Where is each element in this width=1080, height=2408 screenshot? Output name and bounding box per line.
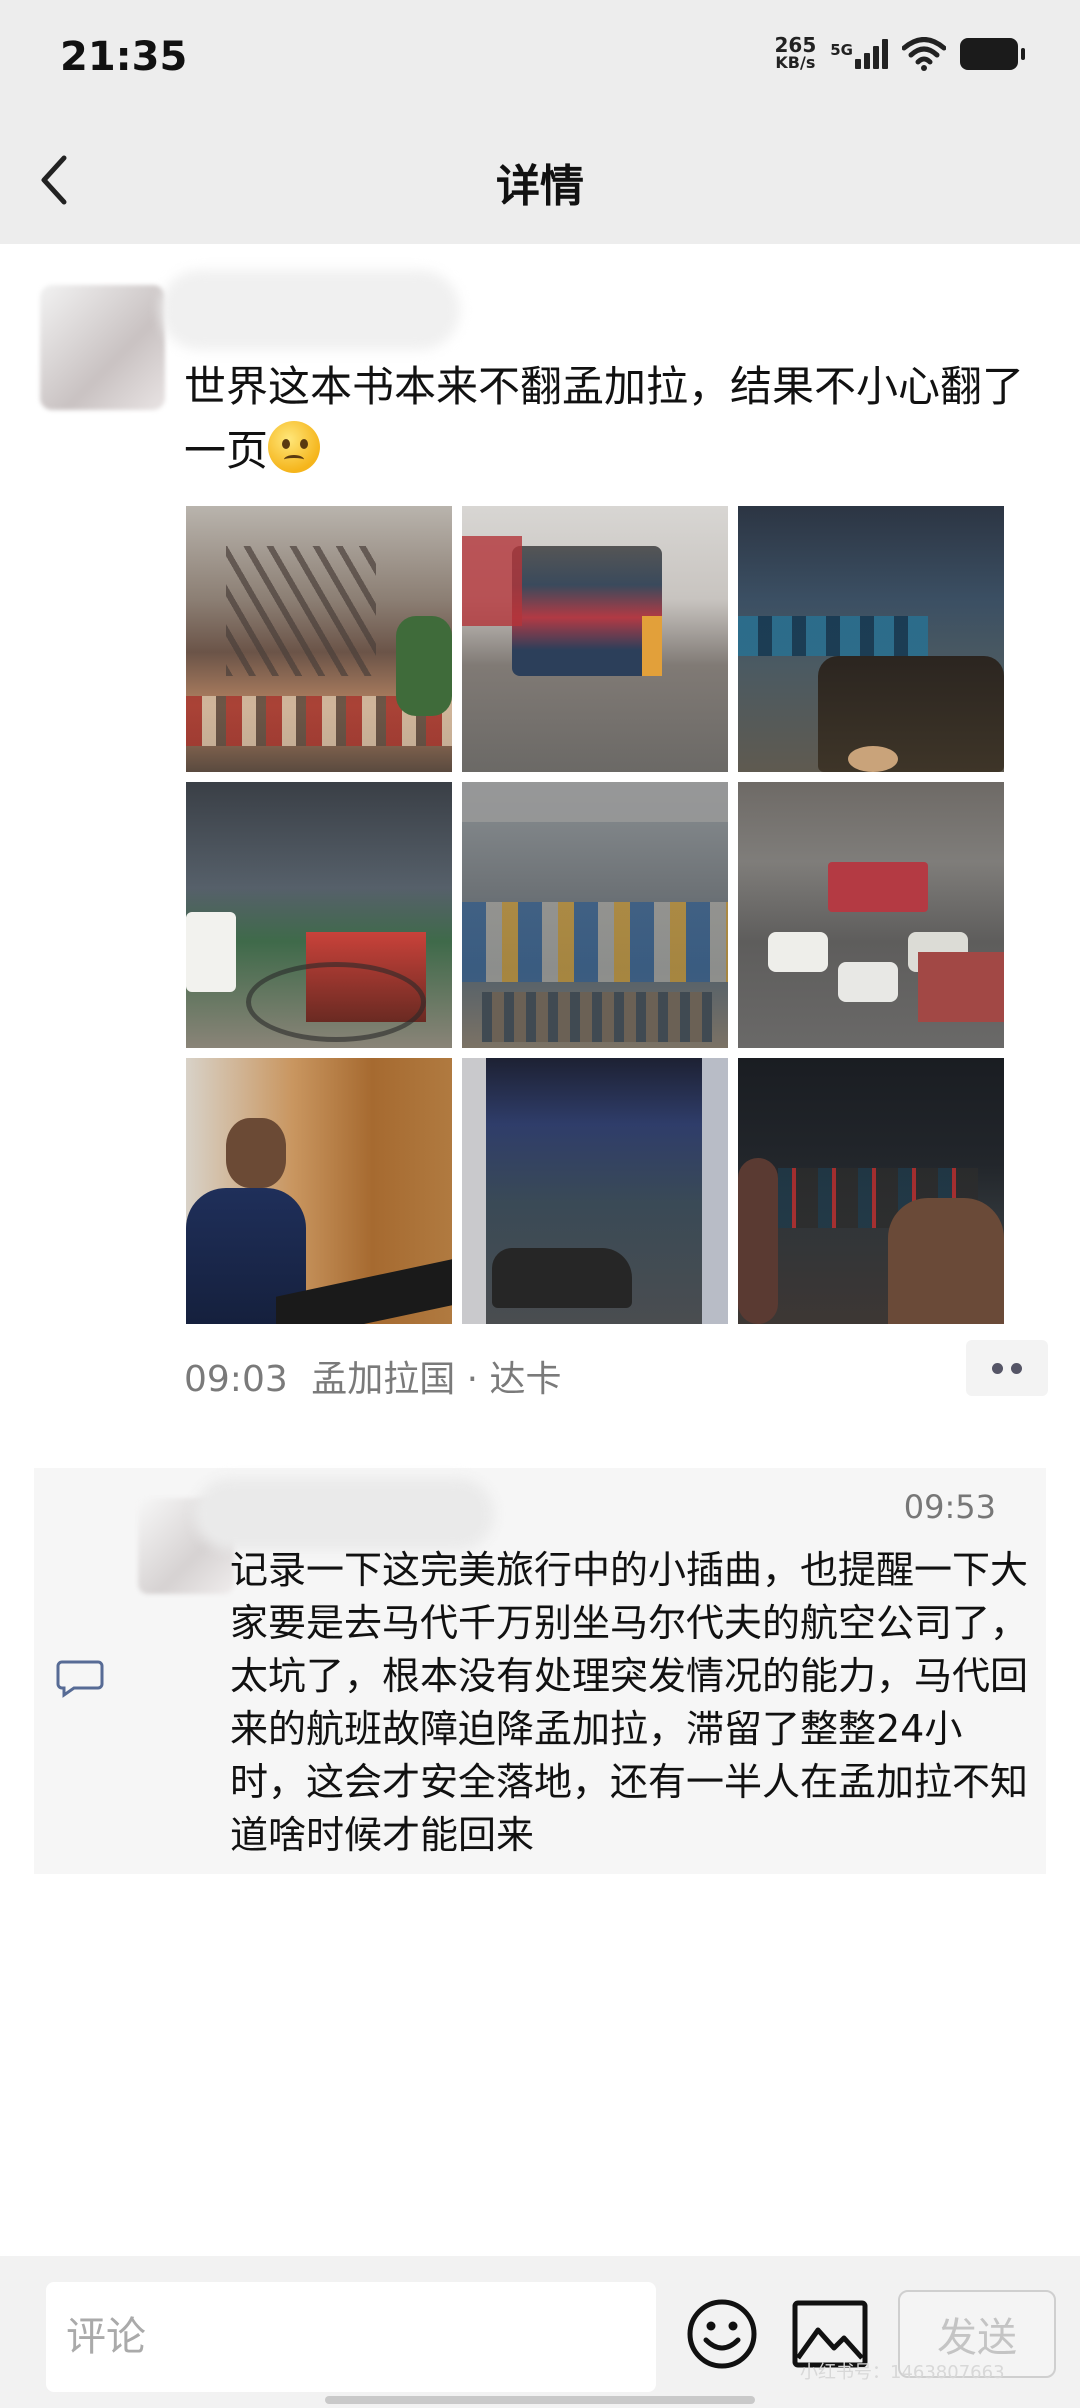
signal-icon	[855, 39, 888, 69]
comment-time: 09:53	[903, 1488, 996, 1526]
comment-section: 09:53 记录一下这完美旅行中的小插曲，也提醒一下大家要是去马代千万别坐马尔代…	[34, 1468, 1046, 1874]
author-name-blurred[interactable]	[160, 270, 460, 350]
dot-icon	[1011, 1362, 1022, 1374]
battery-icon	[960, 38, 1025, 70]
image-icon	[792, 2300, 868, 2368]
photo-bus-street[interactable]	[462, 506, 728, 772]
photo-street-overpass[interactable]	[186, 506, 452, 772]
emoji-button[interactable]	[686, 2298, 758, 2370]
status-icons: 265 KB/s 5G	[774, 33, 1025, 72]
bottom-bar: 发送	[0, 2256, 1080, 2408]
smiley-icon	[687, 2299, 757, 2369]
network-speed-value: 265	[774, 33, 817, 57]
photo-car-interior-night[interactable]	[738, 1058, 1004, 1324]
comment-text[interactable]: 记录一下这完美旅行中的小插曲，也提醒一下大家要是去马代千万别坐马尔代夫的航空公司…	[230, 1544, 1030, 1862]
comment-icon	[56, 1660, 104, 1698]
more-button[interactable]	[966, 1340, 1048, 1396]
post-text: 世界这本书本来不翻孟加拉，结果不小心翻了一页	[184, 355, 1024, 483]
photo-aerial-market[interactable]	[462, 782, 728, 1048]
page-title: 详情	[496, 161, 584, 212]
photo-window-traffic[interactable]	[462, 1058, 728, 1324]
photo-night-traffic[interactable]	[738, 506, 1004, 772]
photo-aerial-road[interactable]	[738, 782, 1004, 1048]
home-indicator[interactable]	[325, 2396, 755, 2404]
top-bar: 21:35 265 KB/s 5G 详情	[0, 0, 1080, 244]
photo-rickshaw[interactable]	[186, 782, 452, 1048]
dot-icon	[992, 1362, 1003, 1374]
author-avatar[interactable]	[40, 285, 165, 410]
wifi-icon	[902, 37, 946, 71]
photo-grid	[186, 506, 1004, 1324]
network-speed-unit: KB/s	[775, 53, 816, 72]
watermark: 小红书号：1463807663	[800, 2362, 1005, 2383]
comment-input[interactable]	[46, 2282, 656, 2392]
network-type: 5G	[830, 41, 853, 59]
commenter-name-blurred[interactable]	[194, 1478, 494, 1550]
status-time: 21:35	[60, 34, 188, 80]
photo-man-hotel-lobby[interactable]	[186, 1058, 452, 1324]
post-time: 09:03	[184, 1359, 288, 1400]
network-speed: 265 KB/s	[774, 33, 817, 72]
flushed-face-emoji	[268, 421, 321, 473]
post-meta: 09:03 孟加拉国 · 达卡	[184, 1350, 562, 1402]
post-location[interactable]: 孟加拉国 · 达卡	[311, 1359, 561, 1400]
signal-group: 5G	[830, 39, 888, 69]
